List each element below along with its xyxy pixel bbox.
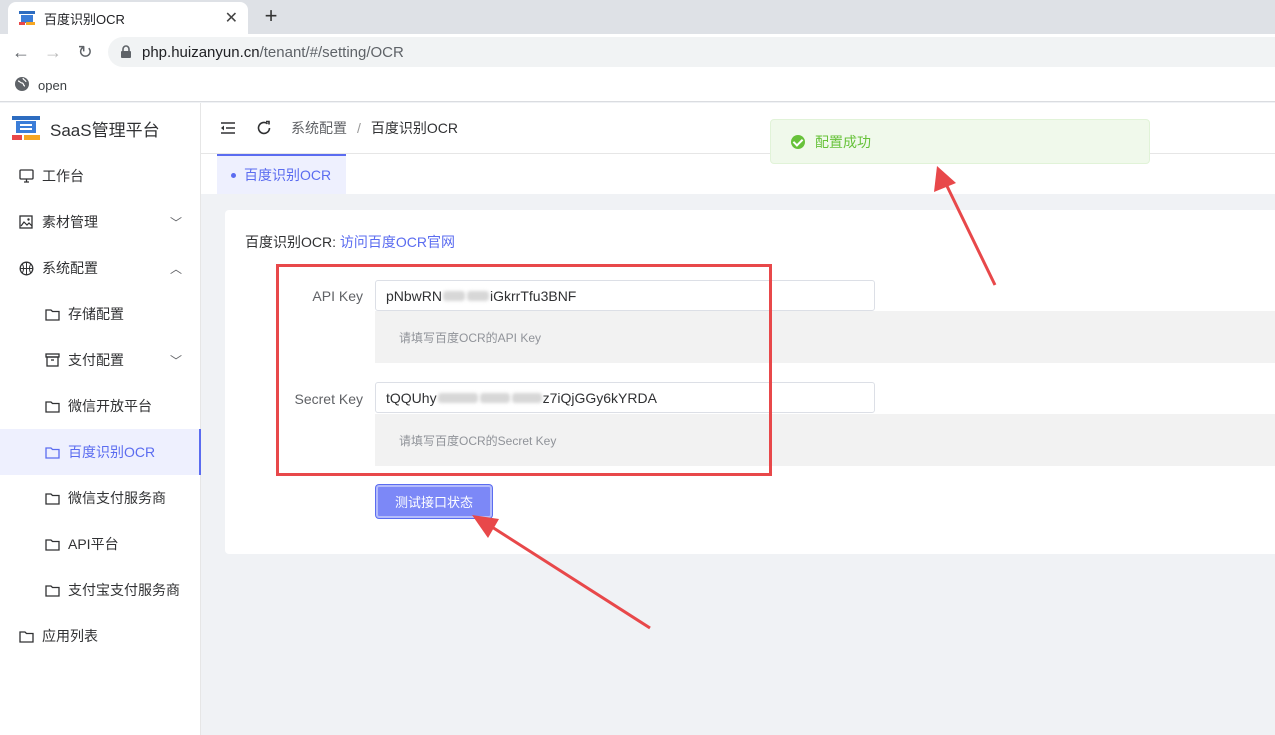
- folder-icon: [44, 444, 60, 460]
- sidebar-item-label: 存储配置: [68, 306, 124, 322]
- sidebar: SaaS管理平台 工作台 素材管理 ﹀ 系统配置 ︿ 存储配置 支付配置 ﹀ 微…: [0, 103, 201, 735]
- sidebar-item-alipay-provider[interactable]: 支付宝支付服务商: [0, 567, 200, 613]
- brand-name: SaaS管理平台: [50, 120, 160, 140]
- sidebar-item-payment-config[interactable]: 支付配置 ﹀: [0, 337, 200, 383]
- lock-icon: [120, 45, 132, 59]
- sidebar-item-label: 应用列表: [42, 628, 98, 644]
- visit-baidu-ocr-link[interactable]: 访问百度OCR官网: [340, 234, 455, 250]
- sidebar-item-label: 系统配置: [42, 260, 98, 276]
- sidebar-item-app-list[interactable]: 应用列表: [0, 613, 200, 659]
- tab-close-icon[interactable]: ✕: [225, 8, 238, 28]
- bookmark-open[interactable]: open: [38, 78, 67, 93]
- reload-icon[interactable]: ↻: [74, 41, 96, 63]
- sidebar-item-label: 微信开放平台: [68, 398, 152, 414]
- sidebar-item-api-platform[interactable]: API平台: [0, 521, 200, 567]
- tag-tab-label: 百度识别OCR: [244, 167, 332, 183]
- url-path: /tenant/#/setting/OCR: [259, 43, 404, 61]
- intro-text: 百度识别OCR: 访问百度OCR官网: [245, 232, 455, 252]
- folder-icon: [44, 306, 60, 322]
- new-tab-plus-icon[interactable]: +: [258, 4, 284, 30]
- success-check-icon: [791, 134, 805, 149]
- test-api-status-button[interactable]: 测试接口状态: [376, 485, 492, 518]
- sidebar-item-label: 百度识别OCR: [68, 444, 156, 460]
- sidebar-item-label: API平台: [68, 536, 119, 552]
- tab-title: 百度识别OCR: [44, 11, 125, 27]
- sidebar-item-materials[interactable]: 素材管理 ﹀: [0, 199, 200, 245]
- sidebar-item-baidu-ocr[interactable]: 百度识别OCR: [0, 429, 201, 475]
- intro-prefix: 百度识别OCR:: [245, 234, 340, 250]
- url-host: php.huizanyun.cn: [142, 43, 260, 61]
- sidebar-item-system-config[interactable]: 系统配置 ︿: [0, 245, 200, 291]
- breadcrumb: 系统配置 / 百度识别OCR: [291, 118, 458, 138]
- folder-icon: [44, 582, 60, 598]
- box-icon: [44, 352, 60, 368]
- browser-tab[interactable]: 百度识别OCR ✕: [8, 2, 248, 34]
- site-favicon-icon: [18, 10, 36, 26]
- logo-icon: [10, 112, 42, 144]
- browser-tabstrip: 百度识别OCR ✕ +: [0, 0, 1275, 34]
- url-omnibox[interactable]: php.huizanyun.cn/tenant/#/setting/OCR: [108, 37, 1275, 67]
- toast-message: 配置成功: [815, 133, 871, 150]
- sidebar-item-wechat-open-platform[interactable]: 微信开放平台: [0, 383, 200, 429]
- sidebar-item-label: 工作台: [42, 168, 84, 184]
- chevron-down-icon: ﹀: [169, 354, 182, 368]
- sidebar-item-wechat-pay-provider[interactable]: 微信支付服务商: [0, 475, 200, 521]
- brand[interactable]: SaaS管理平台: [0, 103, 200, 153]
- address-bar: ← → ↻ php.huizanyun.cn/tenant/#/setting/…: [0, 34, 1275, 70]
- sidebar-item-label: 微信支付服务商: [68, 490, 166, 506]
- url-text: php.huizanyun.cn/tenant/#/setting/OCR: [142, 44, 404, 61]
- breadcrumb-current: 百度识别OCR: [370, 120, 459, 136]
- refresh-icon[interactable]: [255, 119, 273, 137]
- monitor-icon: [18, 168, 34, 184]
- chevron-down-icon: ﹀: [169, 216, 182, 230]
- tag-tab-baidu-ocr[interactable]: 百度识别OCR: [217, 154, 346, 194]
- image-icon: [18, 214, 34, 230]
- back-arrow-icon[interactable]: ←: [10, 41, 32, 63]
- folder-icon: [44, 398, 60, 414]
- folder-icon: [44, 490, 60, 506]
- sidebar-item-label: 支付宝支付服务商: [68, 582, 180, 598]
- sidebar-item-label: 素材管理: [42, 214, 98, 230]
- folder-icon: [18, 628, 34, 644]
- annotation-highlight-box: [276, 264, 772, 476]
- folder-icon: [44, 536, 60, 552]
- forward-arrow-icon[interactable]: →: [42, 41, 64, 63]
- success-toast: 配置成功: [770, 119, 1150, 164]
- breadcrumb-separator: /: [357, 120, 361, 136]
- breadcrumb-item[interactable]: 系统配置: [291, 120, 347, 136]
- globe-icon: [14, 76, 30, 95]
- sidebar-item-storage-config[interactable]: 存储配置: [0, 291, 200, 337]
- chevron-up-icon: ︿: [169, 262, 182, 276]
- basketball-icon: [18, 260, 34, 276]
- menu-fold-icon[interactable]: [219, 119, 237, 137]
- sidebar-item-label: 支付配置: [68, 352, 124, 368]
- sidebar-item-workbench[interactable]: 工作台: [0, 153, 200, 199]
- active-dot-icon: [231, 172, 236, 178]
- bookmarks-bar: open: [0, 70, 1275, 102]
